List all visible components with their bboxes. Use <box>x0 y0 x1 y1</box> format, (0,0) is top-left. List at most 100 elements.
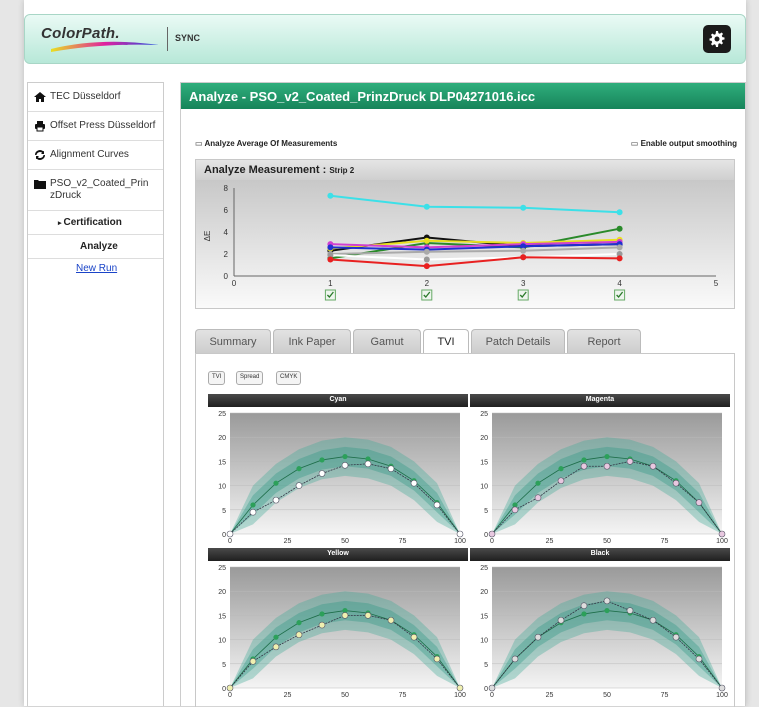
data-point <box>249 658 257 665</box>
data-point <box>296 466 302 472</box>
tvi-panel: TVI Spread CMYK Cyan 0 5 10 15 20 25 0 25 50 75 10… <box>195 353 735 707</box>
x-tick-label: 25 <box>546 692 554 699</box>
y-tick-label: 25 <box>480 411 488 418</box>
refresh-icon <box>35 150 45 160</box>
data-point <box>695 655 703 663</box>
data-point <box>511 655 519 663</box>
data-point <box>387 465 395 472</box>
tab-patch-details[interactable]: Patch Details <box>471 329 565 353</box>
tvi-chart-magenta: Magenta 0 5 10 15 20 25 0 25 50 75 100 <box>470 394 730 548</box>
cmyk-toggle-button[interactable]: CMYK <box>276 371 302 385</box>
app-window: ColorPath. SYNC TEC Düsseldorf Offset Pr… <box>24 0 746 707</box>
sidebar-item-analyze[interactable]: Analyze <box>28 235 163 259</box>
option-label: Analyze Average Of Measurements <box>204 139 338 148</box>
x-tick-label: 50 <box>341 692 349 699</box>
data-point <box>695 499 703 506</box>
tab-tvi[interactable]: TVI <box>423 329 469 354</box>
data-point <box>581 611 587 617</box>
data-point <box>534 633 542 641</box>
data-point <box>341 461 349 469</box>
printer-icon <box>35 121 45 132</box>
y-tick-label: 0 <box>484 686 488 693</box>
analyze-average-toggle[interactable]: ▭ Analyze Average Of Measurements <box>195 139 337 148</box>
new-run-link[interactable]: New Run <box>28 259 163 278</box>
y-tick-label: 15 <box>218 459 226 466</box>
data-point <box>226 530 234 538</box>
data-point <box>616 244 623 251</box>
tvi-chart-cyan: Cyan 0 5 10 15 20 25 0 25 50 75 100 <box>208 394 468 548</box>
y-tick-label: 20 <box>218 589 226 596</box>
data-point <box>456 684 464 692</box>
data-point <box>433 655 441 663</box>
x-tick-label: 2 <box>425 279 430 288</box>
data-point <box>557 477 565 485</box>
x-tick-label: 50 <box>603 692 611 699</box>
data-point <box>718 530 726 538</box>
y-tick-label: 6 <box>224 206 229 215</box>
sidebar-item-label: Alignment Curves <box>50 149 129 160</box>
settings-button[interactable] <box>703 25 731 53</box>
data-point <box>520 204 527 211</box>
sidebar-item-device[interactable]: Offset Press Düsseldorf <box>28 112 163 141</box>
data-point <box>616 209 623 216</box>
x-tick-label: 75 <box>661 538 669 545</box>
x-tick-label: 100 <box>454 538 466 545</box>
y-tick-label: 15 <box>480 613 488 620</box>
data-point <box>423 248 430 255</box>
sidebar-item-alignment[interactable]: Alignment Curves <box>28 141 163 170</box>
gear-icon <box>709 31 725 47</box>
header: ColorPath. SYNC <box>24 14 746 64</box>
data-point <box>272 496 280 504</box>
tvi-chart-black: Black 0 5 10 15 20 25 0 25 50 75 100 <box>470 548 730 702</box>
chart-title: Magenta <box>470 394 730 407</box>
tab-report[interactable]: Report <box>567 329 641 353</box>
x-tick-label: 75 <box>399 692 407 699</box>
sidebar-item-location[interactable]: TEC Düsseldorf <box>28 83 163 112</box>
data-point <box>626 607 634 614</box>
y-tick-label: 5 <box>484 508 488 515</box>
data-point <box>249 508 257 516</box>
data-point <box>296 620 302 626</box>
y-tick-label: 10 <box>218 638 226 645</box>
sidebar-item-certification[interactable]: ▸ Certification <box>28 211 163 235</box>
tab-summary[interactable]: Summary <box>195 329 271 353</box>
data-point <box>672 479 680 487</box>
data-point <box>603 462 611 470</box>
tab-ink-paper[interactable]: Ink Paper <box>273 329 351 353</box>
x-tick-label: 50 <box>341 538 349 545</box>
tvi-toggle-button[interactable]: TVI <box>208 371 226 385</box>
y-tick-label: 20 <box>218 435 226 442</box>
y-tick-label: 10 <box>218 484 226 491</box>
sidebar-item-profile[interactable]: PSO_v2_Coated_PrinzDruck <box>28 170 163 211</box>
x-tick-label: 0 <box>228 538 232 545</box>
spread-toggle-button[interactable]: Spread <box>236 371 264 385</box>
data-point <box>520 254 527 261</box>
analyze-measurement-panel: Analyze Measurement : Strip 2 0 2 4 6 8 0 1 2 3 4… <box>195 159 735 309</box>
data-point <box>295 482 303 489</box>
data-point <box>616 225 623 232</box>
data-point <box>273 480 279 486</box>
data-point <box>319 611 325 617</box>
colorpath-logo[interactable]: ColorPath. <box>41 25 161 57</box>
measurement-label: Analyze Measurement : <box>204 164 327 176</box>
output-smoothing-toggle[interactable]: ▭ Enable output smoothing <box>631 139 737 148</box>
delta-e-chart: 0 2 4 6 8 0 1 2 3 4 5 ΔE <box>196 180 734 308</box>
tvi-plot: 0 5 10 15 20 25 0 25 50 75 100 <box>480 565 728 699</box>
x-tick-label: 25 <box>546 538 554 545</box>
sidebar-item-label: Offset Press Düsseldorf <box>50 120 156 131</box>
data-point <box>327 256 334 263</box>
y-tick-label: 15 <box>218 613 226 620</box>
data-point <box>342 453 348 460</box>
chart-title: Yellow <box>208 548 468 561</box>
tab-gamut[interactable]: Gamut <box>353 329 421 353</box>
data-point <box>558 466 564 472</box>
y-tick-label: 8 <box>224 184 229 193</box>
x-tick-label: 5 <box>714 279 719 288</box>
data-point <box>604 453 610 460</box>
y-tick-label: 0 <box>484 532 488 539</box>
y-tick-label: 2 <box>224 250 229 259</box>
data-point <box>423 256 430 263</box>
data-point <box>534 494 542 501</box>
data-point <box>718 684 726 692</box>
y-tick-label: 0 <box>222 686 226 693</box>
